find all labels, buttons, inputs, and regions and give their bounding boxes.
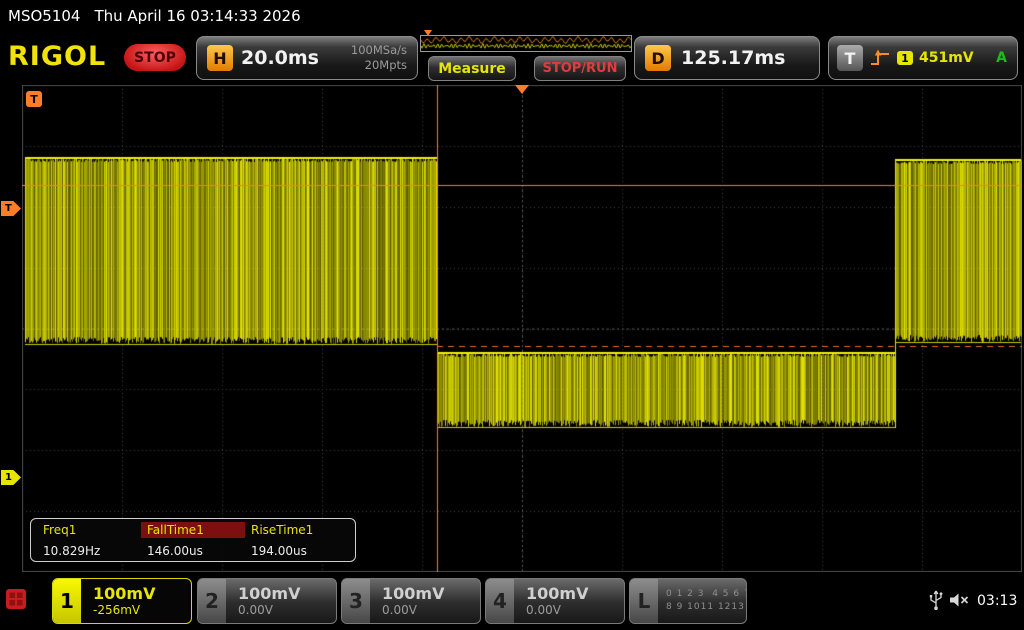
channel-1-scale: 100mV — [93, 584, 191, 603]
home-grid-icon[interactable] — [6, 589, 26, 609]
measurement-value: 10.829Hz — [37, 544, 141, 558]
measure-button[interactable]: Measure — [428, 56, 516, 81]
bottom-bar: 1 100mV -256mV 2 100mV 0.00V 3 100mV 0.0… — [0, 575, 1024, 630]
channel-1-button[interactable]: 1 100mV -256mV — [52, 578, 192, 624]
trigger-position-marker[interactable] — [515, 85, 529, 94]
delay-value: 125.17ms — [681, 47, 785, 69]
datetime-label: Thu April 16 03:14:33 2026 — [94, 7, 300, 25]
d-label-chip: D — [645, 45, 671, 71]
usb-icon — [928, 588, 944, 612]
h-label-chip: H — [207, 45, 233, 71]
run-state-badge[interactable]: STOP — [124, 44, 186, 71]
measurement-value: 194.00us — [245, 544, 349, 558]
header-bar: RIGOL STOP H 20.0ms 100MSa/s 20Mpts Meas… — [0, 32, 1024, 85]
measurement-label: Freq1 — [37, 522, 82, 538]
channel-1-number: 1 — [53, 579, 81, 623]
channel-4-button[interactable]: 4 100mV 0.00V — [485, 578, 625, 624]
measurement-value: 146.00us — [141, 544, 245, 558]
speaker-muted-icon[interactable] — [948, 592, 970, 608]
memory-depth-value: 20Mpts — [351, 58, 407, 73]
channel-4-offset: 0.00V — [526, 603, 624, 617]
preview-position-marker-icon — [424, 30, 432, 36]
logic-row-2: 8 9 1011 12131415 — [666, 601, 747, 615]
horizontal-settings-panel[interactable]: H 20.0ms 100MSa/s 20Mpts — [196, 36, 418, 80]
channel-2-button[interactable]: 2 100mV 0.00V — [197, 578, 337, 624]
preview-canvas — [421, 36, 631, 51]
channel-3-number: 3 — [342, 579, 370, 623]
model-label: MSO5104 — [8, 7, 80, 25]
trigger-level-value: 451mV — [919, 50, 974, 66]
t-label-chip: T — [837, 45, 863, 71]
channel-1-offset-marker[interactable]: 1 — [1, 470, 21, 485]
waveform-canvas — [22, 85, 1022, 572]
sample-rate-value: 100MSa/s — [351, 43, 407, 58]
channel-3-scale: 100mV — [382, 584, 480, 603]
measurement-item: Freq1 10.829Hz — [37, 522, 141, 558]
channel-3-button[interactable]: 3 100mV 0.00V — [341, 578, 481, 624]
channel-4-scale: 100mV — [526, 584, 624, 603]
channel-2-number: 2 — [198, 579, 226, 623]
channel-1-offset: -256mV — [93, 603, 191, 617]
waveform-preview-strip[interactable] — [420, 35, 632, 52]
stop-run-button[interactable]: STOP/RUN — [534, 56, 626, 81]
channel-3-offset: 0.00V — [382, 603, 480, 617]
top-info-bar: MSO5104 Thu April 16 03:14:33 2026 — [0, 0, 1024, 32]
trigger-panel[interactable]: T 1 451mV A — [828, 36, 1018, 80]
trigger-source-badge: 1 — [897, 51, 913, 65]
logic-label: L — [630, 579, 658, 623]
channel-2-offset: 0.00V — [238, 603, 336, 617]
measurement-item: RiseTime1 194.00us — [245, 522, 349, 558]
logic-row-1: 0 1 2 3 4 5 6 7 — [666, 588, 747, 602]
trigger-sweep-mode: A — [996, 50, 1009, 66]
measurement-box[interactable]: Freq1 10.829Hz FallTime1 146.00us RiseTi… — [30, 518, 356, 562]
clock-label: 03:13 — [977, 593, 1017, 609]
trigger-status-indicator: T — [26, 91, 42, 107]
trigger-level-marker[interactable]: T — [1, 201, 21, 216]
delay-panel[interactable]: D 125.17ms — [634, 36, 820, 80]
trigger-slope-icon — [869, 47, 891, 69]
logic-channels-button[interactable]: L 0 1 2 3 4 5 6 7 8 9 1011 12131415 — [629, 578, 747, 624]
acquisition-info: 100MSa/s 20Mpts — [351, 43, 407, 73]
rigol-logo: RIGOL — [8, 41, 106, 72]
channel-4-number: 4 — [486, 579, 514, 623]
measurement-label: RiseTime1 — [245, 522, 319, 538]
measurement-label-highlighted: FallTime1 — [141, 522, 245, 538]
measurement-item: FallTime1 146.00us — [141, 522, 245, 558]
waveform-display[interactable]: T — [22, 85, 1022, 572]
channel-2-scale: 100mV — [238, 584, 336, 603]
timebase-value: 20.0ms — [241, 47, 319, 69]
